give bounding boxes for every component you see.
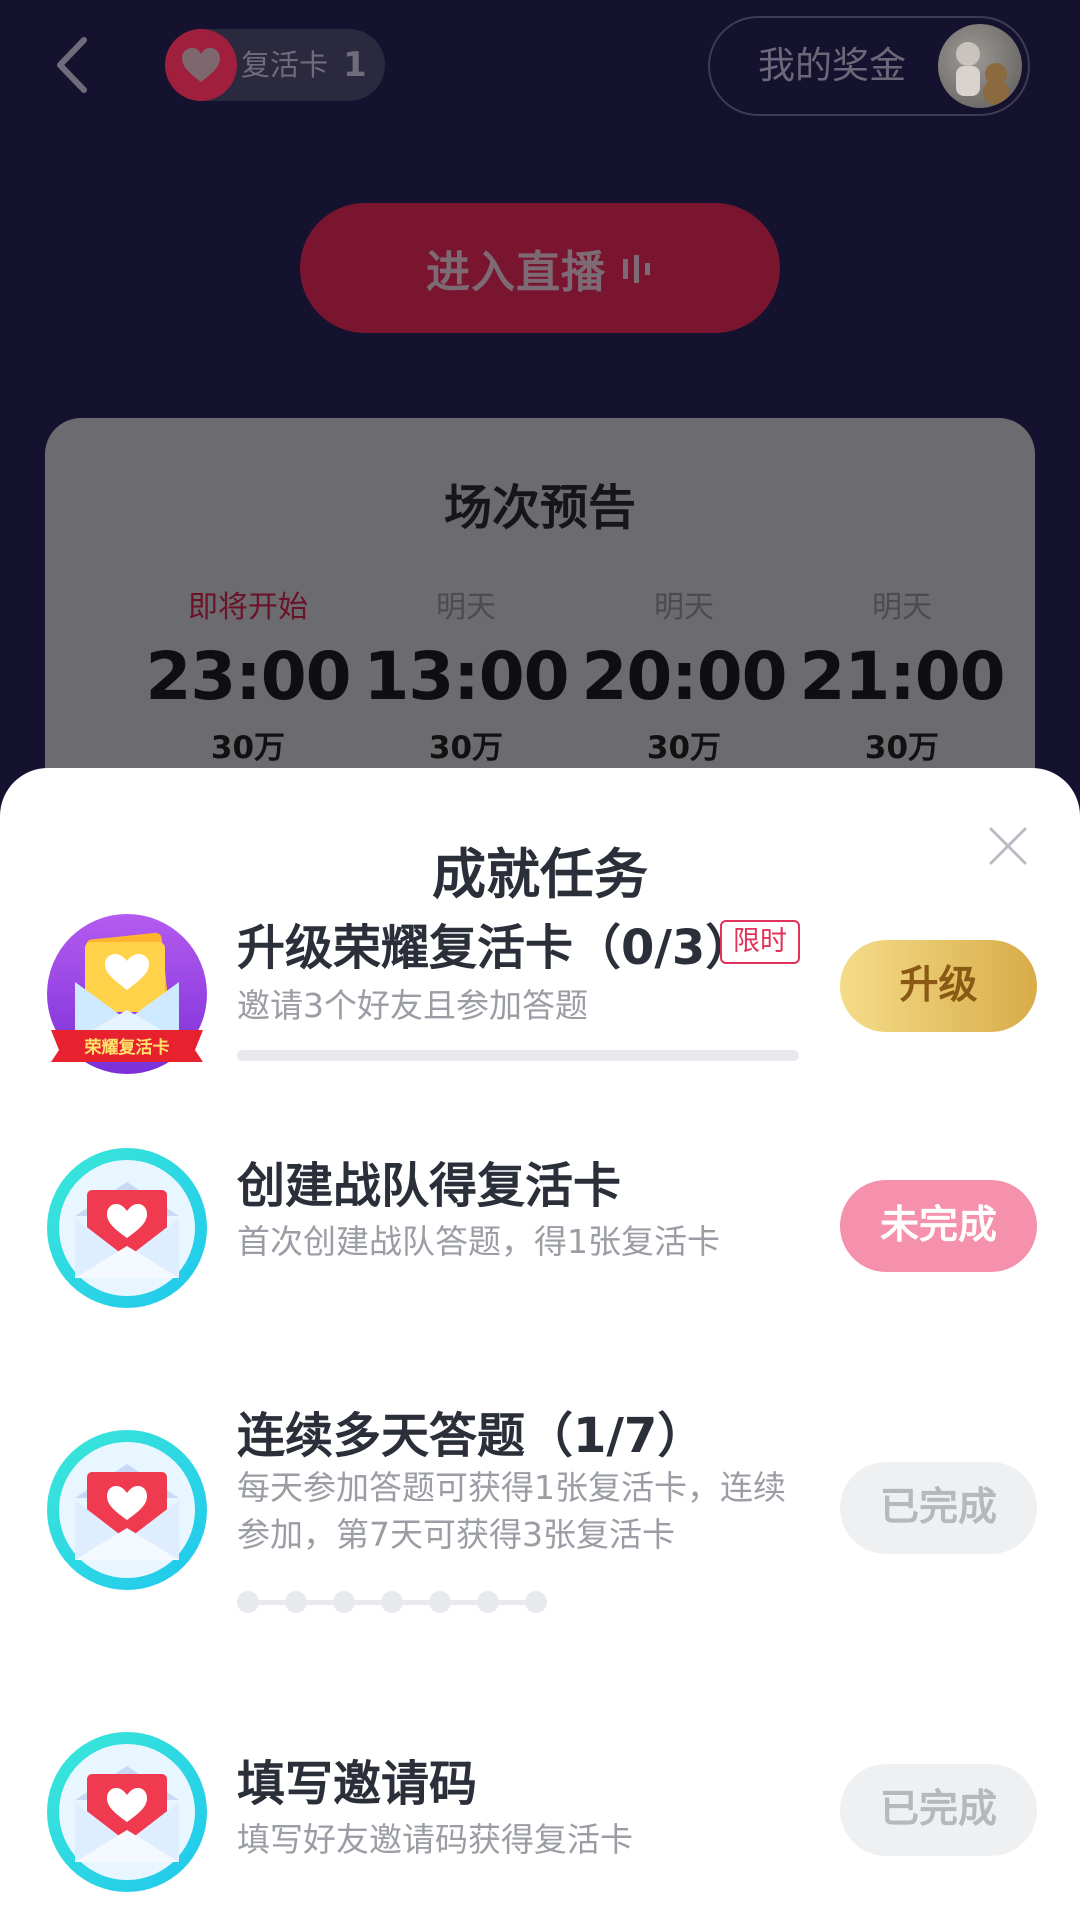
session-prize: 30万 (864, 730, 940, 766)
session-time: 21:00 (799, 638, 1005, 715)
task-desc: 每天参加答题可获得1张复活卡，连续参加，第7天可获得3张复活卡 (237, 1468, 786, 1554)
session-prize: 30万 (210, 730, 286, 766)
honor-revive-card-icon: 荣耀复活卡 (45, 912, 209, 1076)
task-progress-bar (237, 1050, 799, 1061)
my-bonus-label: 我的奖金 (758, 44, 906, 87)
task-item: 荣耀复活卡 升级荣耀复活卡（0/3） 限时 邀请3个好友且参加答题 升级 (0, 908, 1080, 1128)
task-title: 连续多天答题（1/7） (237, 1408, 706, 1464)
task-desc: 填写好友邀请码获得复活卡 (237, 1820, 633, 1859)
heart-icon (165, 29, 237, 101)
achievement-sheet: 成就任务 荣耀复活卡 升级荣耀复活卡（0/3） 限时 邀请3个好友且参加答题 升… (0, 768, 1080, 1920)
honor-revive-card-icon-label: 荣耀复活卡 (84, 1037, 170, 1058)
completed-button[interactable]: 已完成 (840, 1764, 1037, 1856)
session-when: 即将开始 (188, 590, 308, 625)
chevron-left-icon (57, 37, 87, 93)
envelope-heart-icon (45, 1730, 209, 1894)
sheet-title: 成就任务 (432, 843, 648, 906)
upgrade-button[interactable]: 升级 (840, 940, 1037, 1032)
envelope-heart-icon (45, 1146, 209, 1310)
limited-time-badge: 限时 (720, 920, 800, 964)
session-item[interactable]: 即将开始 23:00 30万 (139, 586, 357, 767)
task-item: 创建战队得复活卡 首次创建战队答题，得1张复活卡 未完成 (0, 1146, 1080, 1366)
close-button[interactable] (985, 823, 1031, 869)
close-icon (989, 827, 1027, 865)
incomplete-button[interactable]: 未完成 (840, 1180, 1037, 1272)
session-time: 20:00 (581, 638, 787, 715)
session-item[interactable]: 明天 13:00 30万 (357, 586, 575, 767)
session-time: 13:00 (363, 638, 569, 715)
day-dot (525, 1591, 547, 1613)
revive-card-chip[interactable]: 复活卡 1 (165, 29, 385, 101)
day-dot-connector (401, 1600, 431, 1605)
session-when: 明天 (872, 590, 932, 625)
session-time: 23:00 (145, 638, 351, 715)
schedule-title: 场次预告 (443, 480, 636, 536)
day-dot-connector (257, 1600, 287, 1605)
session-when: 明天 (654, 590, 714, 625)
enter-live-label: 进入直播 (426, 247, 606, 298)
task-desc: 邀请3个好友且参加答题 (237, 986, 588, 1025)
day-dot (429, 1591, 451, 1613)
my-bonus-button[interactable]: 我的奖金 (708, 16, 1030, 116)
envelope-heart-icon (45, 1428, 209, 1592)
session-prize: 30万 (428, 730, 504, 766)
day-dot (477, 1591, 499, 1613)
back-button[interactable] (44, 30, 104, 100)
enter-live-button[interactable]: 进入直播 (300, 203, 780, 333)
session-item[interactable]: 明天 20:00 30万 (575, 586, 793, 767)
task-title: 填写邀请码 (237, 1756, 478, 1812)
day-dot (237, 1591, 259, 1613)
session-prize: 30万 (646, 730, 722, 766)
task-title: 升级荣耀复活卡（0/3） (237, 920, 754, 976)
day-dot (285, 1591, 307, 1613)
day-dot-connector (305, 1600, 335, 1605)
daily-progress-dots (237, 1591, 607, 1615)
task-item: 连续多天答题（1/7） 每天参加答题可获得1张复活卡，连续参加，第7天可获得3张… (0, 1396, 1080, 1676)
task-item: 填写邀请码 填写好友邀请码获得复活卡 已完成 (0, 1730, 1080, 1920)
session-item[interactable]: 明天 21:00 30万 (793, 586, 1011, 767)
day-dot (381, 1591, 403, 1613)
revive-card-label: 复活卡 (241, 48, 329, 82)
avatar[interactable] (938, 24, 1022, 108)
day-dot-connector (353, 1600, 383, 1605)
day-dot-connector (449, 1600, 479, 1605)
day-dot-connector (497, 1600, 527, 1605)
completed-button[interactable]: 已完成 (840, 1462, 1037, 1554)
session-when: 明天 (436, 590, 496, 625)
day-dot (333, 1591, 355, 1613)
revive-card-count: 1 (343, 45, 367, 85)
sound-wave-icon (623, 255, 650, 283)
task-desc: 首次创建战队答题，得1张复活卡 (237, 1222, 720, 1261)
task-title: 创建战队得复活卡 (237, 1158, 622, 1214)
